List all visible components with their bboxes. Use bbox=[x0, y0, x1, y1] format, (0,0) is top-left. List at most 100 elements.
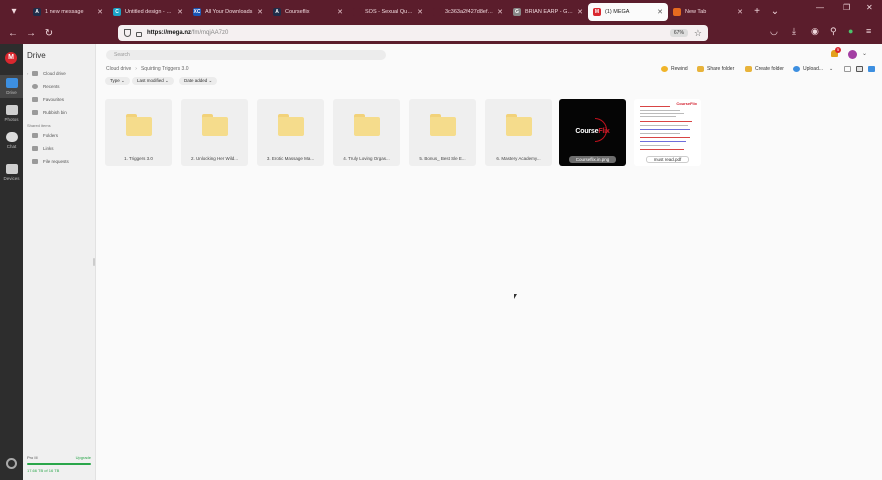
maximize-icon[interactable]: ❐ bbox=[843, 3, 850, 12]
rail-item-photos[interactable]: Photos bbox=[0, 105, 23, 122]
filter-type[interactable]: Type ⌄ bbox=[105, 77, 130, 85]
grid-view-icon[interactable] bbox=[856, 66, 863, 72]
image-thumbnail: CourseFlix bbox=[575, 128, 610, 135]
filter-last-modified[interactable]: Last modified ⌄ bbox=[132, 77, 174, 85]
rewind-button[interactable]: Rewind bbox=[661, 66, 688, 72]
chevron-right-icon[interactable]: › bbox=[27, 71, 30, 76]
tab-list-icon[interactable]: ▾ bbox=[0, 6, 28, 17]
sidebar-item-rubbish-bin[interactable]: Rubbish bin bbox=[27, 110, 67, 115]
browser-tab[interactable]: XC All Your Downloads ✕ bbox=[188, 3, 268, 21]
rail-item-drive[interactable]: Drive bbox=[0, 75, 23, 98]
folder-item[interactable]: 3. Erotic Massage Ma... bbox=[257, 99, 324, 166]
item-name: 4. Truly Loving Orgas... bbox=[343, 156, 390, 161]
folder-item[interactable]: 6. Mastery Academy... bbox=[485, 99, 552, 166]
share-folder-button[interactable]: Share folder bbox=[697, 66, 734, 72]
lock-icon[interactable] bbox=[136, 31, 142, 37]
image-file-item[interactable]: CourseFlix Courseflix.in.png bbox=[559, 99, 626, 166]
breadcrumb-item[interactable]: Cloud drive bbox=[106, 66, 131, 72]
close-tab-icon[interactable]: ✕ bbox=[577, 8, 583, 16]
sidebar-resize-handle[interactable] bbox=[93, 258, 95, 266]
close-tab-icon[interactable]: ✕ bbox=[417, 8, 423, 16]
close-tab-icon[interactable]: ✕ bbox=[737, 8, 743, 16]
sidebar-item-label: Cloud drive bbox=[43, 71, 66, 76]
bookmark-star-icon[interactable]: ☆ bbox=[694, 28, 702, 39]
close-tab-icon[interactable]: ✕ bbox=[177, 8, 183, 16]
sidebar-item-cloud-drive[interactable]: › Cloud drive bbox=[27, 71, 66, 76]
browser-tab[interactable]: A 1 new message ✕ bbox=[28, 3, 108, 21]
item-name: 3. Erotic Massage Ma... bbox=[266, 156, 315, 161]
filter-label: Type bbox=[110, 78, 120, 83]
item-name: 5. Bonus_ Best Sle E... bbox=[419, 156, 466, 161]
folder-item[interactable]: 4. Truly Loving Orgas... bbox=[333, 99, 400, 166]
pdf-file-item[interactable]: CourseFlix must read.pdf bbox=[634, 99, 701, 166]
folder-icon bbox=[430, 114, 456, 136]
tab-overflow-icon[interactable]: ⌄ bbox=[766, 6, 784, 17]
create-folder-button[interactable]: Create folder bbox=[745, 66, 784, 72]
back-icon[interactable]: ← bbox=[4, 28, 22, 39]
settings-icon[interactable] bbox=[6, 458, 17, 469]
menu-icon[interactable]: ≡ bbox=[866, 26, 871, 36]
avatar[interactable] bbox=[848, 50, 857, 59]
folder-item[interactable]: 5. Bonus_ Best Sle E... bbox=[409, 99, 476, 166]
tab-title: BRIAN EARP - GENITI bbox=[525, 9, 575, 15]
item-name: must read.pdf bbox=[646, 156, 689, 163]
breadcrumb-item-current[interactable]: Squirting Triggers 3.0 bbox=[141, 66, 189, 72]
reload-icon[interactable]: ↻ bbox=[40, 28, 58, 39]
sidebar-item-folders[interactable]: Folders bbox=[27, 133, 58, 138]
extensions-icon[interactable]: ⚲ bbox=[830, 26, 837, 37]
pdf-brand: CourseFlix bbox=[676, 101, 697, 106]
browser-tab[interactable]: New Tab ✕ bbox=[668, 3, 748, 21]
filter-date-added[interactable]: Date added ⌄ bbox=[179, 77, 218, 85]
browser-tab[interactable]: M (1) MEGA ✕ bbox=[588, 3, 668, 21]
share-folder-icon bbox=[697, 66, 704, 72]
list-view-icon[interactable] bbox=[844, 66, 851, 72]
browser-tab[interactable]: G BRIAN EARP - GENITI✕ bbox=[508, 3, 588, 21]
folder-icon bbox=[278, 114, 304, 136]
app-rail: M Drive Photos Chat Devices bbox=[0, 44, 23, 480]
folder-item[interactable]: 2. Unlocking Her Wild... bbox=[181, 99, 248, 166]
browser-tab[interactable]: SOS - Sexual Quantum✕ bbox=[348, 3, 428, 21]
mega-logo-icon[interactable]: M bbox=[5, 52, 17, 64]
new-tab-button[interactable]: + bbox=[748, 6, 766, 17]
browser-tab[interactable]: 3c363a2f427d8ef082ee5f5✕ bbox=[428, 3, 508, 21]
sidebar-item-favourites[interactable]: Favourites bbox=[27, 97, 64, 102]
close-tab-icon[interactable]: ✕ bbox=[497, 8, 503, 16]
browser-tab[interactable]: A Courseflix ✕ bbox=[268, 3, 348, 21]
close-tab-icon[interactable]: ✕ bbox=[97, 8, 103, 16]
upload-button[interactable]: Upload... ⌄ bbox=[793, 66, 833, 72]
downloads-icon[interactable]: ⤓ bbox=[792, 26, 796, 37]
upgrade-link[interactable]: Upgrade bbox=[76, 455, 91, 460]
close-tab-icon[interactable]: ✕ bbox=[257, 8, 263, 16]
thumbnail-view-icon[interactable] bbox=[868, 66, 875, 72]
filter-label: Date added bbox=[184, 78, 208, 83]
address-bar[interactable]: https://mega.nz/fm/mqjAA7z0 67% ☆ bbox=[118, 25, 708, 41]
tracking-shield-icon[interactable] bbox=[124, 29, 131, 37]
devices-icon bbox=[5, 164, 18, 174]
close-tab-icon[interactable]: ✕ bbox=[337, 8, 343, 16]
account-icon[interactable]: ◉ bbox=[811, 26, 819, 37]
minimize-icon[interactable]: — bbox=[816, 3, 824, 12]
extension-green-icon[interactable]: ● bbox=[848, 26, 853, 36]
zoom-level[interactable]: 67% bbox=[669, 29, 688, 37]
close-tab-icon[interactable]: ✕ bbox=[657, 8, 663, 16]
sidebar-item-file-requests[interactable]: File requests bbox=[27, 159, 69, 164]
search-input[interactable]: Search bbox=[106, 50, 386, 60]
sidebar-item-recents[interactable]: Recents bbox=[27, 84, 60, 89]
cloud-icon bbox=[32, 71, 38, 76]
folder-item[interactable]: 1. Triggers 3.0 bbox=[105, 99, 172, 166]
chevron-down-icon[interactable]: ⌄ bbox=[862, 50, 867, 57]
storage-indicator[interactable]: Pro III Upgrade 17.66 TB of 16 TB bbox=[27, 455, 91, 473]
pocket-icon[interactable]: ◡ bbox=[770, 26, 778, 37]
tab-favicon: M bbox=[593, 8, 601, 16]
storage-bar-fill bbox=[27, 463, 91, 465]
rail-item-chat[interactable]: Chat bbox=[0, 132, 23, 149]
rail-item-devices[interactable]: Devices bbox=[0, 164, 23, 181]
close-window-icon[interactable]: ✕ bbox=[866, 3, 873, 12]
sidebar-item-links[interactable]: Links bbox=[27, 146, 54, 151]
tab-title: 1 new message bbox=[45, 9, 84, 15]
browser-tab[interactable]: C Untitled design - 120 ✕ bbox=[108, 3, 188, 21]
url-host: https://mega.nz bbox=[147, 30, 192, 36]
forward-icon[interactable]: → bbox=[22, 28, 40, 39]
notifications-button[interactable]: 5 bbox=[831, 47, 841, 58]
notification-badge: 5 bbox=[835, 47, 841, 53]
